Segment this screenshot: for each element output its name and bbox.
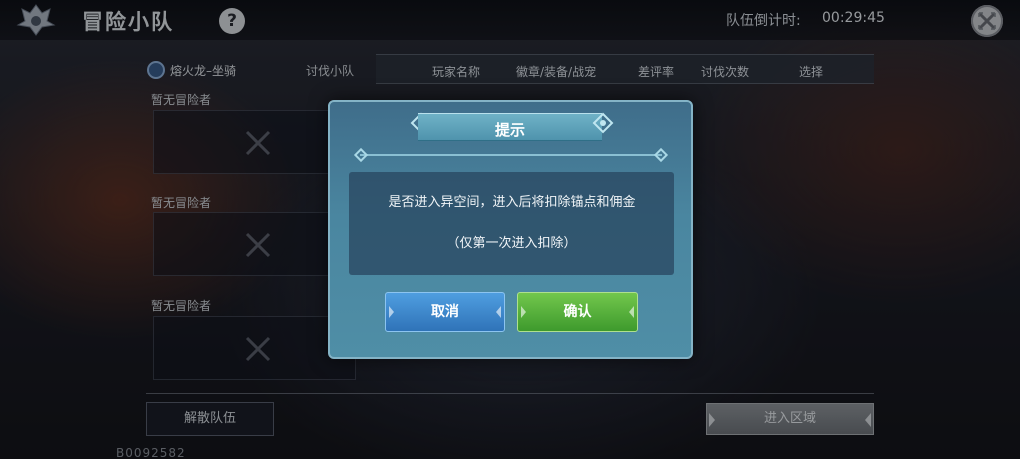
arrow-left-icon	[521, 306, 526, 318]
confirm-button[interactable]: 确认	[517, 292, 638, 332]
cancel-label: 取消	[431, 304, 459, 320]
ornament-right-icon	[592, 112, 614, 134]
dialog-message-box: 是否进入异空间，进入后将扣除锚点和佣金 （仅第一次进入扣除）	[349, 172, 674, 275]
dialog-title: 提示	[494, 121, 525, 139]
dialog-divider	[360, 154, 662, 156]
confirm-label: 确认	[563, 304, 592, 320]
arrow-left-icon	[389, 306, 394, 318]
confirm-dialog: 提示 是否进入异空间，进入后将扣除锚点和佣金 （仅第一次进入扣除） 取消 确认	[328, 100, 693, 359]
arrow-right-icon	[496, 306, 501, 318]
dialog-message: 是否进入异空间，进入后将扣除锚点和佣金	[388, 195, 636, 210]
divider-dot-icon	[653, 147, 669, 163]
arrow-right-icon	[629, 306, 634, 318]
cancel-button[interactable]: 取消	[385, 292, 505, 332]
dialog-title-bar: 提示	[418, 113, 602, 141]
divider-dot-icon	[353, 147, 369, 163]
dialog-note: （仅第一次进入扣除）	[446, 236, 577, 251]
